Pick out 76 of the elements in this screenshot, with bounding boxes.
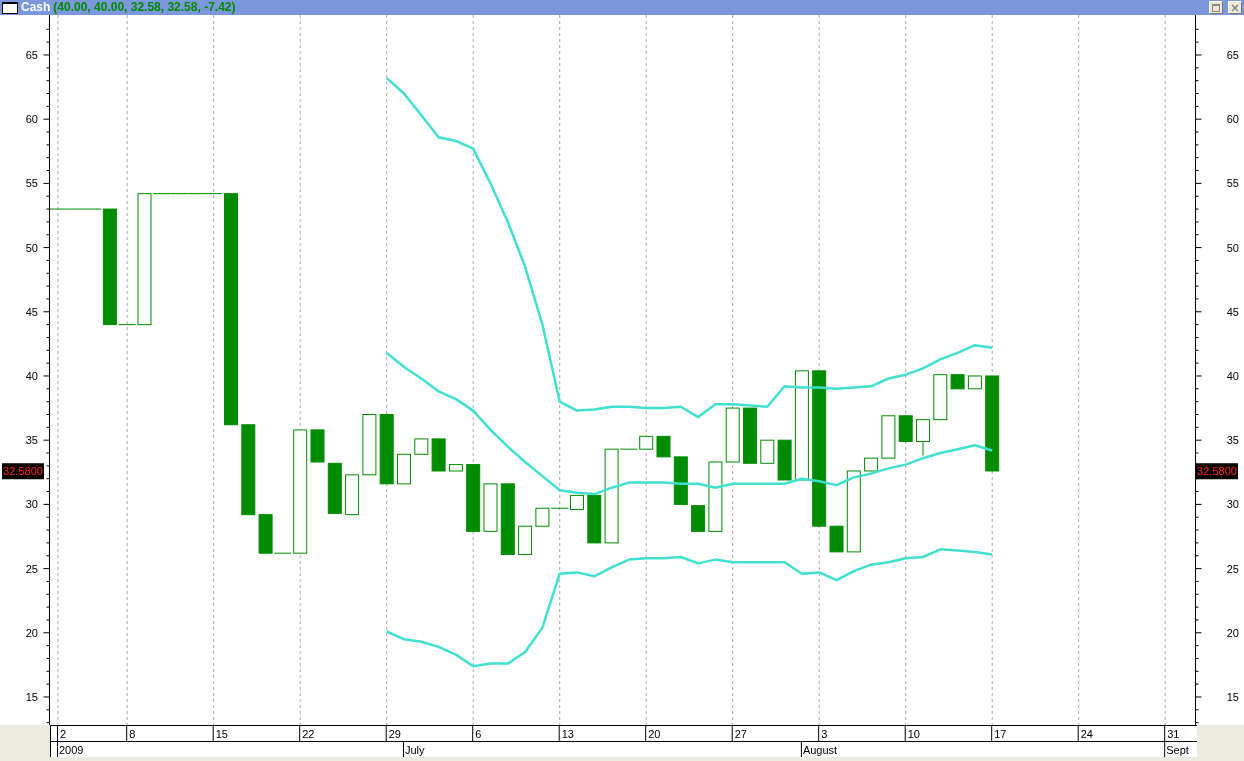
date-label: 17 <box>994 728 1007 740</box>
date-label: 31 <box>1167 728 1180 740</box>
candle <box>743 407 757 464</box>
date-label: 22 <box>302 728 315 740</box>
axis-label: 35 <box>1226 434 1239 447</box>
axis-label: 65 <box>25 49 38 61</box>
candle <box>916 419 930 457</box>
axis-label: 55 <box>1226 177 1239 190</box>
candle <box>310 429 325 463</box>
axis-label: 30 <box>25 498 38 511</box>
axis-label: 45 <box>25 305 38 318</box>
date-label: 13 <box>561 728 574 740</box>
axis-label: 50 <box>1226 241 1239 254</box>
candle <box>691 505 706 532</box>
date-label: 10 <box>907 728 920 740</box>
candle <box>673 456 688 505</box>
date-label: 29 <box>388 728 401 740</box>
quote-values: (40.00, 40.00, 32.58, 32.58, -7.42) <box>53 0 236 15</box>
candle <box>933 374 948 421</box>
candle <box>881 415 896 459</box>
window-title: Cash <box>21 0 51 15</box>
candle <box>466 464 481 532</box>
candle <box>725 407 740 463</box>
candle <box>327 462 342 514</box>
candle <box>500 483 515 555</box>
axis-label: 40 <box>25 370 38 382</box>
candle <box>760 439 775 464</box>
date-label: 3 <box>821 728 828 740</box>
candle <box>950 374 965 390</box>
date-label: 2 <box>60 728 67 740</box>
date-label: 27 <box>734 728 747 740</box>
axis-label: 20 <box>1226 626 1239 639</box>
axis-label: 45 <box>1226 305 1239 318</box>
date-label: 20 <box>648 728 661 740</box>
candle <box>362 414 377 476</box>
candle <box>414 438 429 455</box>
month-label: August <box>802 744 838 756</box>
date-label: 24 <box>1080 728 1093 740</box>
candle <box>483 483 498 532</box>
price-label: 32.5800 <box>2 463 44 480</box>
month-label: Sept <box>1166 744 1189 756</box>
candle <box>656 435 671 458</box>
month-label: July <box>405 744 425 756</box>
candle <box>967 375 982 390</box>
candle <box>397 453 411 485</box>
axis-label: 60 <box>25 113 38 126</box>
candle <box>448 464 463 472</box>
candle <box>777 439 792 481</box>
price-label: 32.5800 <box>1196 463 1238 480</box>
date-label: 8 <box>129 728 136 740</box>
candle <box>518 525 533 555</box>
axis-label: 15 <box>1226 691 1239 703</box>
close-button[interactable] <box>1228 1 1242 14</box>
candle <box>587 494 602 544</box>
axis-label: 60 <box>1226 113 1239 126</box>
axis-label: 65 <box>1226 49 1239 61</box>
axis-label: 15 <box>25 691 38 703</box>
axis-label: 20 <box>25 626 38 639</box>
candle <box>379 414 394 485</box>
axis-label: 35 <box>25 434 38 447</box>
restore-button[interactable] <box>1209 1 1223 14</box>
month-label: 2009 <box>59 744 84 756</box>
candle <box>431 438 446 472</box>
axis-label: 55 <box>25 177 38 190</box>
candle <box>708 461 723 532</box>
axis-label: 25 <box>1226 562 1239 575</box>
axis-label: 50 <box>25 241 38 254</box>
candle <box>345 474 360 516</box>
candle <box>864 457 879 472</box>
candle <box>829 525 844 553</box>
date-label: 6 <box>475 728 482 740</box>
axis-label: 30 <box>1226 498 1239 511</box>
candle <box>898 415 913 442</box>
axis-label: 40 <box>1226 370 1239 382</box>
date-label: 15 <box>215 728 228 740</box>
axis-label: 25 <box>25 562 38 575</box>
